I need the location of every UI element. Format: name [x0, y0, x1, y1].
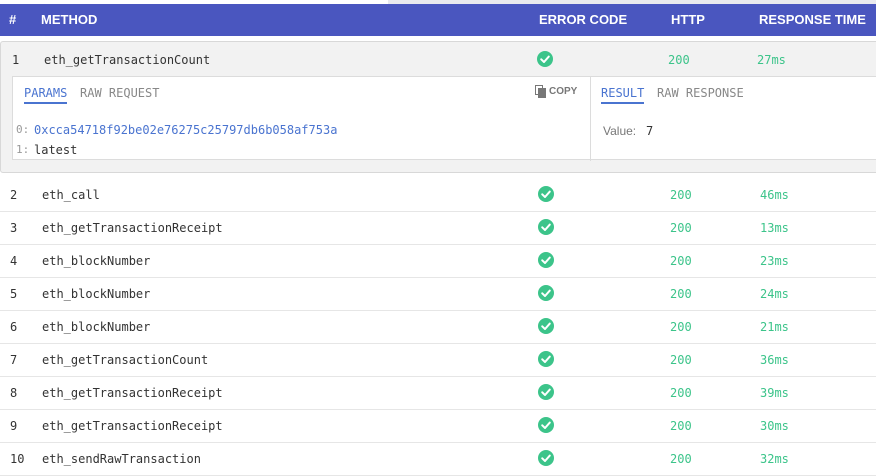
- row-num: 1: [12, 53, 20, 67]
- check-circle-icon: [538, 384, 554, 400]
- result-label: Value:: [603, 124, 637, 138]
- row-num: 8: [10, 386, 18, 400]
- row-http: 200: [668, 53, 690, 67]
- row-num: 3: [10, 221, 18, 235]
- row-num: 2: [10, 188, 18, 202]
- row-method: eth_call: [42, 188, 100, 202]
- header-num: #: [9, 12, 17, 27]
- table-row[interactable]: 2 eth_call 200 46ms: [0, 179, 876, 212]
- row-time: 13ms: [760, 221, 789, 235]
- row-method: eth_getTransactionReceipt: [42, 386, 223, 400]
- check-circle-icon: [538, 318, 554, 334]
- row-http: 200: [670, 452, 692, 466]
- row-http: 200: [670, 188, 692, 202]
- copy-icon: [535, 85, 546, 98]
- row-time: 27ms: [757, 53, 786, 67]
- header-http[interactable]: HTTP: [671, 12, 705, 27]
- row-method: eth_blockNumber: [42, 320, 151, 334]
- row-http: 200: [670, 386, 692, 400]
- row-http: 200: [670, 419, 692, 433]
- check-circle-icon: [538, 351, 554, 367]
- request-detail-panel: PARAMS RAW REQUEST COPY RESULT RAW RESPO…: [12, 76, 876, 161]
- row-time: 36ms: [760, 353, 789, 367]
- row-http: 200: [670, 320, 692, 334]
- header-response-time[interactable]: RESPONSE TIME: [759, 12, 866, 27]
- row-http: 200: [670, 254, 692, 268]
- row-num: 7: [10, 353, 18, 367]
- row-http: 200: [670, 353, 692, 367]
- tab-raw-request[interactable]: RAW REQUEST: [80, 86, 159, 100]
- param-block-tag: latest: [34, 143, 78, 157]
- table-row[interactable]: 6 eth_blockNumber 200 21ms: [0, 311, 876, 344]
- tab-raw-response[interactable]: RAW RESPONSE: [657, 86, 744, 100]
- copy-label: COPY: [549, 86, 578, 98]
- tab-params[interactable]: PARAMS: [24, 86, 68, 104]
- table-row[interactable]: 7 eth_getTransactionCount 200 36ms: [0, 344, 876, 377]
- row-num: 10: [10, 452, 25, 466]
- check-circle-icon: [538, 450, 554, 466]
- copy-button[interactable]: COPY: [535, 85, 577, 98]
- header-error-code[interactable]: ERROR CODE: [539, 12, 627, 27]
- row-method: eth_sendRawTransaction: [42, 452, 201, 466]
- table-row[interactable]: 4 eth_blockNumber 200 23ms: [0, 245, 876, 278]
- row-method: eth_blockNumber: [42, 287, 151, 301]
- table-row[interactable]: 3 eth_getTransactionReceipt 200 13ms: [0, 212, 876, 245]
- row-num: 4: [10, 254, 18, 268]
- row-num: 9: [10, 419, 18, 433]
- row-method: eth_getTransactionReceipt: [42, 221, 223, 235]
- check-circle-icon: [538, 285, 554, 301]
- row-http: 200: [670, 221, 692, 235]
- table-row[interactable]: 9 eth_getTransactionReceipt 200 30ms: [0, 410, 876, 443]
- tab-result[interactable]: RESULT: [601, 86, 645, 104]
- row-http: 200: [670, 287, 692, 301]
- row-num: 6: [10, 320, 18, 334]
- row-time: 23ms: [760, 254, 789, 268]
- param-address[interactable]: 0xcca54718f92be02e76275c25797db6b058af75…: [34, 123, 337, 137]
- row-time: 24ms: [760, 287, 789, 301]
- header-method[interactable]: METHOD: [41, 12, 97, 27]
- row-method: eth_getTransactionCount: [44, 53, 211, 67]
- check-circle-icon: [538, 219, 554, 235]
- row-time: 30ms: [760, 419, 789, 433]
- row-time: 32ms: [760, 452, 789, 466]
- param-index: 0:: [16, 123, 30, 136]
- row-num: 5: [10, 287, 18, 301]
- check-circle-icon: [538, 186, 554, 202]
- row-method: eth_blockNumber: [42, 254, 151, 268]
- table-row[interactable]: 8 eth_getTransactionReceipt 200 39ms: [0, 377, 876, 410]
- check-circle-icon: [537, 51, 553, 67]
- row-time: 39ms: [760, 386, 789, 400]
- row-time: 46ms: [760, 188, 789, 202]
- result-value: 7: [646, 124, 654, 138]
- table-row[interactable]: 5 eth_blockNumber 200 24ms: [0, 278, 876, 311]
- param-index: 1:: [16, 143, 30, 156]
- panel-divider: [590, 77, 591, 161]
- check-circle-icon: [538, 252, 554, 268]
- table-row[interactable]: 10 eth_sendRawTransaction 200 32ms: [0, 443, 876, 476]
- row-time: 21ms: [760, 320, 789, 334]
- row-method: eth_getTransactionReceipt: [42, 419, 223, 433]
- table-header: # METHOD ERROR CODE HTTP RESPONSE TIME: [0, 4, 876, 36]
- check-circle-icon: [538, 417, 554, 433]
- table-row-expanded[interactable]: 1 eth_getTransactionCount 200 27ms: [1, 42, 876, 75]
- row-method: eth_getTransactionCount: [42, 353, 209, 367]
- expanded-request: 1 eth_getTransactionCount 200 27ms PARAM…: [0, 41, 876, 173]
